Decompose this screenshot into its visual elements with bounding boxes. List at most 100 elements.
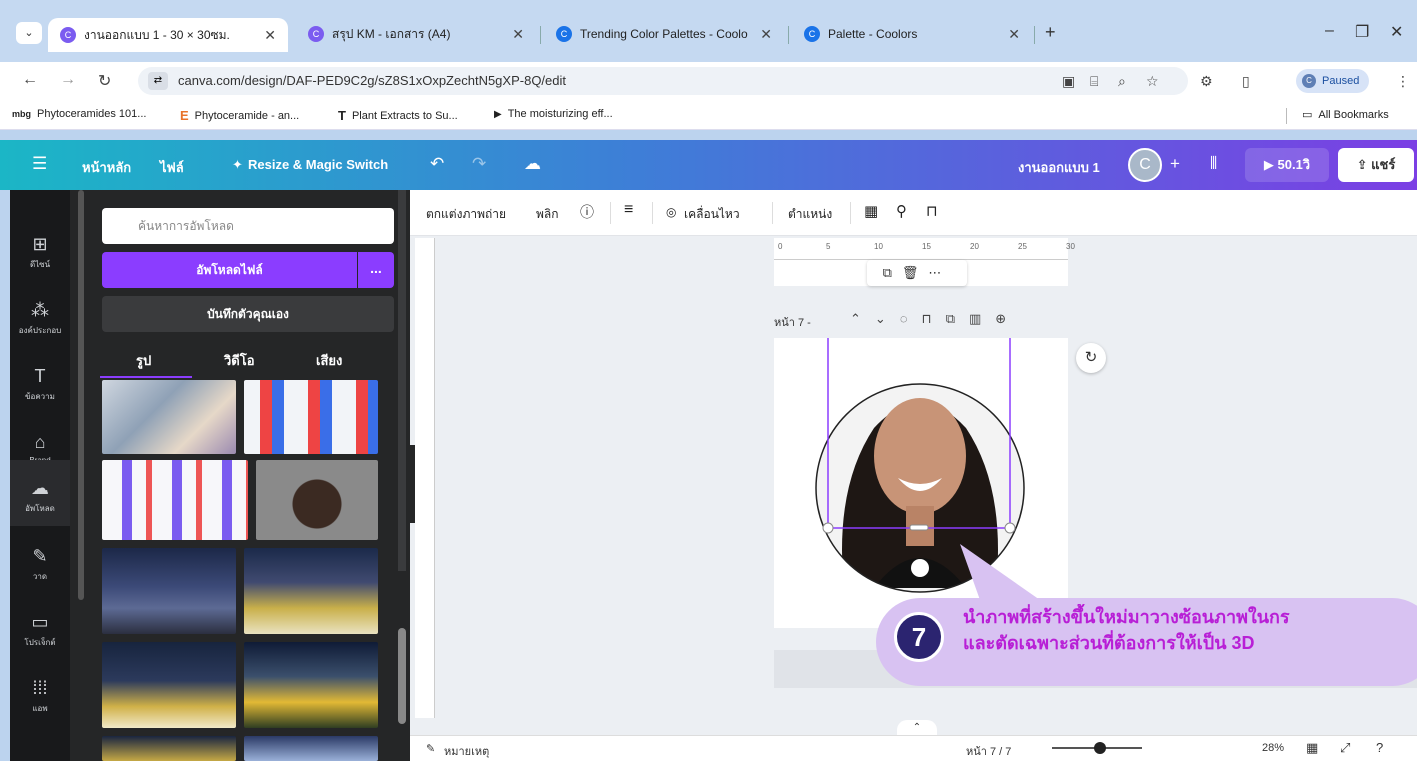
extensions-icon[interactable]: ⚙ <box>1200 73 1213 90</box>
present-button[interactable]: ▶ 50.1วิ <box>1245 148 1329 182</box>
home-link[interactable]: หน้าหลัก <box>82 157 131 178</box>
bookmark-item[interactable]: ▶ The moisturizing eff... <box>494 108 613 120</box>
translate-icon[interactable]: ⌸ <box>1090 73 1098 90</box>
grid-view-icon[interactable]: ▦ <box>1306 740 1318 756</box>
panel-scroll-thumb[interactable] <box>398 628 406 724</box>
hamburger-menu-icon[interactable]: ☰ <box>32 154 47 174</box>
tab-trending-palettes[interactable]: C Trending Color Palettes - Coolo ✕ <box>544 18 784 50</box>
new-tab-icon[interactable]: + <box>1045 22 1056 43</box>
close-icon[interactable]: ✕ <box>512 26 524 43</box>
upload-thumbnail[interactable] <box>102 548 236 634</box>
border-style-icon[interactable]: ≡ <box>624 201 633 219</box>
search-input[interactable]: ค้นหาการอัพโหลด <box>102 208 394 244</box>
upload-thumbnail[interactable] <box>244 642 378 728</box>
share-button[interactable]: ⇪ แชร์ <box>1338 148 1414 182</box>
notes-button[interactable]: หมายเหตุ <box>444 742 489 760</box>
chevron-down-icon[interactable]: ⌄ <box>875 311 900 326</box>
back-icon[interactable]: ← <box>22 71 38 89</box>
zoom-slider-handle[interactable] <box>1094 742 1106 754</box>
side-panel-icon[interactable]: ▯ <box>1242 73 1250 90</box>
restore-icon[interactable]: ❐ <box>1355 22 1369 42</box>
info-icon[interactable]: ⓘ <box>580 202 594 222</box>
tab-images[interactable]: รูป <box>136 350 151 371</box>
file-menu[interactable]: ไฟล์ <box>160 157 184 178</box>
bookmark-item[interactable]: E Phytoceramide - an... <box>180 108 299 123</box>
bookmark-item[interactable]: T Plant Extracts to Su... <box>338 108 458 123</box>
rotate-icon[interactable]: ↻ <box>1076 343 1106 373</box>
bookmark-star-icon[interactable]: ☆ <box>1146 73 1159 90</box>
tab-palette-coolors[interactable]: C Palette - Coolors ✕ <box>792 18 1032 50</box>
flip-button[interactable]: พลิก <box>536 205 559 224</box>
close-icon[interactable]: ✕ <box>1008 26 1020 43</box>
chevron-up-icon[interactable]: ⌃ <box>850 311 875 326</box>
upload-thumbnail[interactable] <box>102 736 236 761</box>
window-close-icon[interactable]: ✕ <box>1390 22 1403 42</box>
insights-icon[interactable]: ⫴ <box>1210 154 1217 174</box>
rail-scrollbar[interactable] <box>78 190 84 600</box>
lock-icon[interactable]: ⊓ <box>922 311 946 326</box>
menu-icon[interactable]: ⋮ <box>1396 73 1410 90</box>
record-yourself-button[interactable]: บันทึกตัวคุณเอง <box>102 296 394 332</box>
more-icon[interactable]: ⋯ <box>928 265 951 280</box>
upload-thumbnail[interactable] <box>102 642 236 728</box>
duplicate-icon[interactable]: ⧉ <box>946 311 969 326</box>
zoom-percent[interactable]: 28% <box>1262 742 1284 754</box>
position-button[interactable]: ตำแหน่ง <box>788 205 832 224</box>
profile-paused-badge[interactable]: C Paused <box>1296 69 1370 93</box>
close-icon[interactable]: ✕ <box>264 27 276 44</box>
tab-audio[interactable]: เสียง <box>316 350 342 371</box>
chevron-up-icon[interactable]: ⌃ <box>897 720 937 736</box>
rail-item-projects[interactable]: ▭ โปรเจ็กต์ <box>10 612 70 649</box>
resize-magic-switch[interactable]: Resize & Magic Switch <box>248 157 388 172</box>
cloud-saved-icon[interactable]: ☁ <box>524 154 541 174</box>
rail-item-uploads[interactable]: ☁ อัพโหลด <box>10 460 70 526</box>
more-options-button[interactable]: ... <box>358 252 394 288</box>
upload-thumbnail[interactable] <box>256 460 378 540</box>
rail-item-design[interactable]: ⊞ ดีไซน์ <box>10 234 70 271</box>
hide-icon[interactable]: ◌ <box>900 311 922 326</box>
tab-canva-design[interactable]: C งานออกแบบ 1 - 30 × 30ซม. ✕ <box>48 18 288 52</box>
forward-icon[interactable]: → <box>60 71 76 89</box>
design-title[interactable]: งานออกแบบ 1 <box>1018 157 1100 178</box>
reload-icon[interactable]: ↻ <box>98 71 111 91</box>
tab-videos[interactable]: วิดีโอ <box>224 350 255 371</box>
help-icon[interactable]: ? <box>1376 740 1383 755</box>
upload-thumbnail[interactable] <box>244 736 378 761</box>
rail-item-apps[interactable]: ⁞⁞⁞ แอพ <box>10 678 70 715</box>
add-collaborator-icon[interactable]: + <box>1170 154 1180 174</box>
all-bookmarks[interactable]: ▭ All Bookmarks <box>1302 108 1389 122</box>
copy-style-icon[interactable]: ⚲ <box>896 202 907 220</box>
tab-km-doc[interactable]: C สรุป KM - เอกสาร (A4) ✕ <box>296 18 536 50</box>
add-page-icon[interactable]: ⊕ <box>995 311 1020 326</box>
rail-item-text[interactable]: T ข้อความ <box>10 366 70 403</box>
trash-icon[interactable]: ▥ <box>969 311 995 326</box>
rail-item-elements[interactable]: ⁂ องค์ประกอบ <box>10 300 70 337</box>
lock-icon[interactable]: ⊓ <box>926 202 938 220</box>
minimize-icon[interactable]: – <box>1325 22 1334 40</box>
site-info-icon[interactable]: ⇄ <box>148 72 168 90</box>
upload-thumbnail[interactable] <box>102 460 248 540</box>
url-input[interactable]: canva.com/design/DAF-PED9C2g/sZ8S1xOxpZe… <box>138 67 1188 95</box>
rail-item-draw[interactable]: ✎ วาด <box>10 546 70 583</box>
undo-icon[interactable]: ↶ <box>430 154 444 174</box>
screenshot-icon[interactable]: ▣ <box>1062 73 1075 90</box>
animate-button[interactable]: เคลื่อนไหว <box>684 205 740 224</box>
transparency-icon[interactable]: ▦ <box>864 202 878 220</box>
avatar[interactable]: C <box>1128 148 1162 182</box>
upload-files-button[interactable]: อัพโหลดไฟล์ <box>102 252 357 288</box>
upload-thumbnail[interactable] <box>102 380 236 454</box>
tab-search-icon[interactable]: ⌄ <box>16 22 42 44</box>
page-title[interactable]: หน้า 7 - <box>774 313 811 331</box>
panel-scrollbar[interactable] <box>398 190 406 571</box>
close-icon[interactable]: ✕ <box>760 26 772 43</box>
zoom-icon[interactable]: ⌕ <box>1118 73 1126 90</box>
upload-thumbnail[interactable] <box>244 380 378 454</box>
upload-thumbnail[interactable] <box>244 548 378 634</box>
bookmark-item[interactable]: mbg Phytoceramides 101... <box>12 108 146 120</box>
page-indicator[interactable]: หน้า 7 / 7 <box>966 742 1011 760</box>
redo-icon[interactable]: ↷ <box>472 154 486 174</box>
duplicate-icon[interactable]: ⧉ <box>883 265 902 280</box>
trash-icon[interactable]: 🗑 <box>902 265 929 280</box>
fullscreen-icon[interactable]: ⤢ <box>1340 740 1350 756</box>
edit-photo-button[interactable]: ตกแต่งภาพถ่าย <box>426 205 506 224</box>
